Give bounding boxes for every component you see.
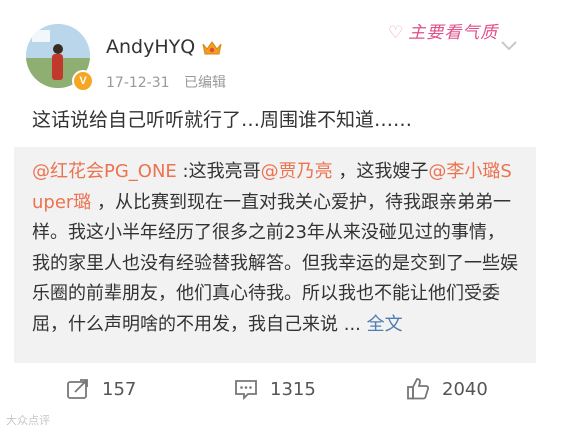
decoration-text: 主要看气质 xyxy=(408,23,499,43)
mention-link[interactable]: @贾乃亮 xyxy=(261,161,333,182)
post-date: 17-12-31 xyxy=(106,75,170,91)
thumbs-up-icon xyxy=(407,378,430,400)
username[interactable]: AndyHYQ xyxy=(106,36,195,58)
quoted-repost[interactable]: @红花会PG_ONE :这我亮哥@贾乃亮 ，这我嫂子@李小璐Super璐 ，从比… xyxy=(14,147,536,363)
avatar-sign xyxy=(32,30,50,42)
mention-link[interactable]: @红花会PG_ONE xyxy=(32,161,177,182)
post-text: 这话说给自己听听就行了…周围谁不知道…… xyxy=(32,109,413,131)
watermark: 大众点评 xyxy=(6,414,50,427)
full-text-link[interactable]: 全文 xyxy=(367,314,403,335)
repost-text: @红花会PG_ONE :这我亮哥@贾乃亮 ，这我嫂子@李小璐Super璐 ，从比… xyxy=(32,157,522,340)
edited-label[interactable]: 已编辑 xyxy=(184,75,226,91)
comment-count: 1315 xyxy=(270,378,316,400)
repost-count: 157 xyxy=(102,378,137,400)
verified-badge-icon: V xyxy=(72,70,94,92)
repost-text-segment: ，这我嫂子 xyxy=(332,161,429,182)
decoration-badge: ♡ 主要看气质 xyxy=(388,18,498,43)
action-bar: 157 1315 2040 xyxy=(0,364,566,414)
repost-icon xyxy=(67,379,88,399)
avatar-person-body xyxy=(52,54,63,80)
weibo-post-card: V AndyHYQ 17-12-31 已编辑 ♡ 主要看气质 这话说给自己听听就行… xyxy=(0,0,566,434)
heart-icon: ♡ xyxy=(388,23,405,43)
avatar-person-head xyxy=(53,44,63,54)
comment-button[interactable]: 1315 xyxy=(234,376,316,402)
crown-icon xyxy=(202,41,222,55)
comment-icon xyxy=(235,380,257,401)
repost-text-segment: :这我亮哥 xyxy=(176,161,261,182)
post-meta: 17-12-31 已编辑 xyxy=(106,72,226,92)
like-button[interactable]: 2040 xyxy=(406,376,488,402)
repost-text-segment: ，从比赛到现在一直对我关心爱护，待我跟亲弟弟一样。我这小半年经历了很多之前23年… xyxy=(32,191,518,335)
like-count: 2040 xyxy=(442,378,488,400)
chevron-down-icon[interactable] xyxy=(500,40,518,52)
repost-button[interactable]: 157 xyxy=(66,376,136,402)
